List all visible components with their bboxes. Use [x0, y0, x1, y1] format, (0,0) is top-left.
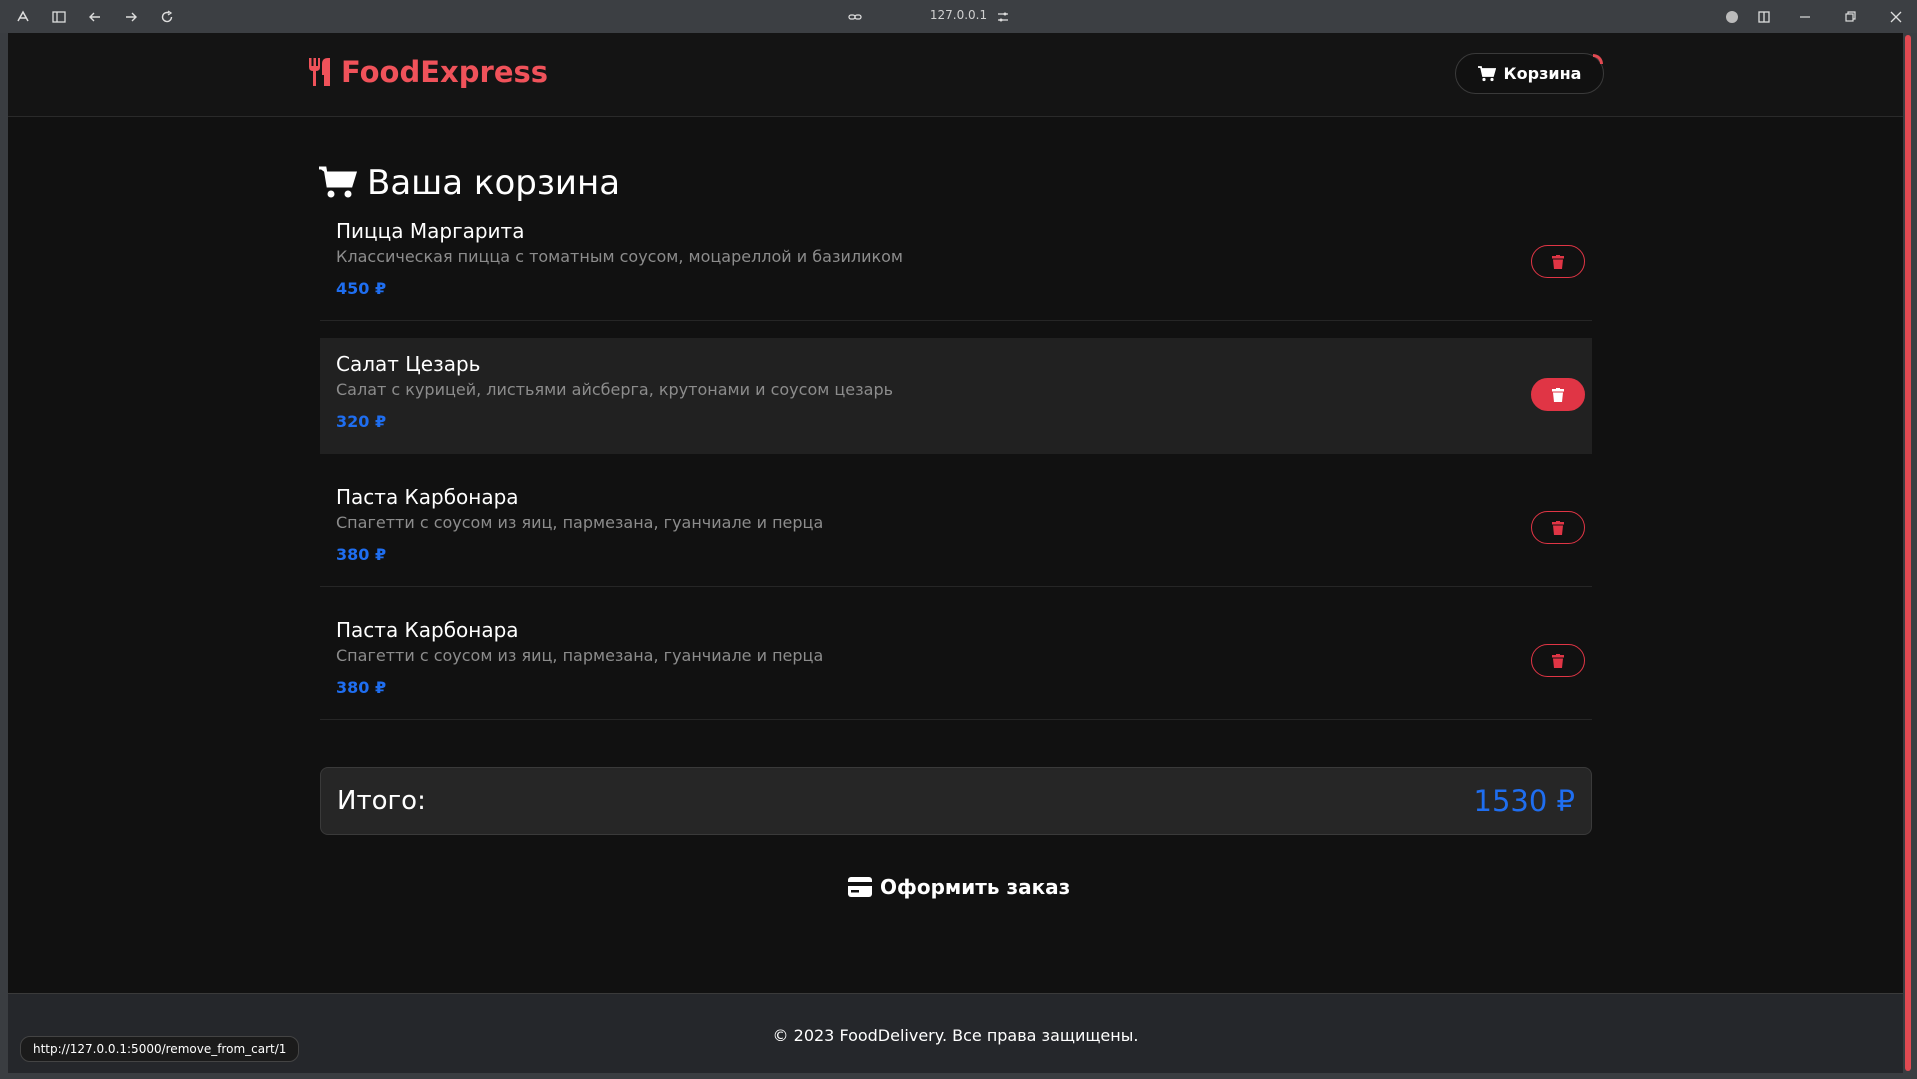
item-name: Паста Карбонара: [336, 485, 519, 509]
cart-item: Салат Цезарь Салат с курицей, листьями а…: [320, 338, 1592, 454]
item-name: Салат Цезарь: [336, 352, 481, 376]
item-description: Спагетти с соусом из яиц, пармезана, гуа…: [336, 646, 824, 665]
item-price: 380 ₽: [336, 545, 387, 564]
item-price: 450 ₽: [336, 279, 387, 298]
split-view-icon[interactable]: [1755, 8, 1773, 26]
logo-text: FoodExpress: [341, 55, 549, 89]
cart-button[interactable]: Корзина: [1455, 53, 1604, 94]
credit-card-icon: [848, 877, 872, 897]
cart-icon: [1477, 65, 1496, 81]
cart-icon: [319, 166, 357, 198]
trash-icon: [1552, 387, 1564, 402]
trash-icon: [1552, 653, 1564, 668]
logo[interactable]: FoodExpress: [307, 55, 548, 89]
address-bar[interactable]: 127.0.0.1: [0, 8, 1917, 22]
restore-icon[interactable]: [1841, 8, 1859, 26]
cart-button-label: Корзина: [1503, 64, 1582, 83]
remove-item-button[interactable]: [1531, 511, 1585, 544]
close-icon[interactable]: [1887, 8, 1905, 26]
checkout-button[interactable]: Оформить заказ: [848, 875, 1070, 899]
browser-toolbar: 127.0.0.1: [0, 0, 1917, 33]
cart-total: Итого: 1530 ₽: [320, 767, 1592, 835]
page-title: Ваша корзина: [319, 163, 620, 203]
utensils-icon: [309, 58, 330, 86]
trash-icon: [1552, 254, 1564, 269]
item-description: Классическая пицца с томатным соусом, мо…: [336, 247, 903, 266]
item-price: 380 ₽: [336, 678, 387, 697]
site-settings-icon[interactable]: [994, 8, 1012, 26]
total-value: 1530 ₽: [1473, 784, 1575, 818]
globe-icon[interactable]: [1723, 8, 1741, 26]
item-price: 320 ₽: [336, 412, 387, 431]
total-label: Итого:: [337, 786, 426, 816]
cart-badge: [1593, 54, 1603, 64]
page-title-text: Ваша корзина: [367, 163, 621, 203]
status-bar-url: http://127.0.0.1:5000/remove_from_cart/1: [20, 1036, 300, 1062]
item-description: Спагетти с соусом из яиц, пармезана, гуа…: [336, 513, 824, 532]
cart-item: Пицца Маргарита Классическая пицца с том…: [320, 205, 1592, 321]
cart-item: Паста Карбонара Спагетти с соусом из яиц…: [320, 604, 1592, 720]
remove-item-button[interactable]: [1531, 245, 1585, 278]
cart-item: Паста Карбонара Спагетти с соусом из яиц…: [320, 471, 1592, 587]
trash-icon: [1552, 520, 1564, 535]
minimize-icon[interactable]: [1796, 8, 1814, 26]
item-name: Пицца Маргарита: [336, 219, 525, 243]
item-description: Салат с курицей, листьями айсберга, крут…: [336, 380, 894, 399]
remove-item-button[interactable]: [1531, 378, 1585, 411]
item-name: Паста Карбонара: [336, 618, 519, 642]
site-header: FoodExpress Корзина: [8, 33, 1903, 117]
scrollbar-thumb[interactable]: [1905, 35, 1911, 1071]
remove-item-button[interactable]: [1531, 644, 1585, 677]
checkout-label: Оформить заказ: [880, 875, 1071, 899]
scrollbar[interactable]: [1903, 33, 1913, 1073]
page-viewport: FoodExpress Корзина Ваша корзина Пицца М…: [8, 33, 1903, 1073]
